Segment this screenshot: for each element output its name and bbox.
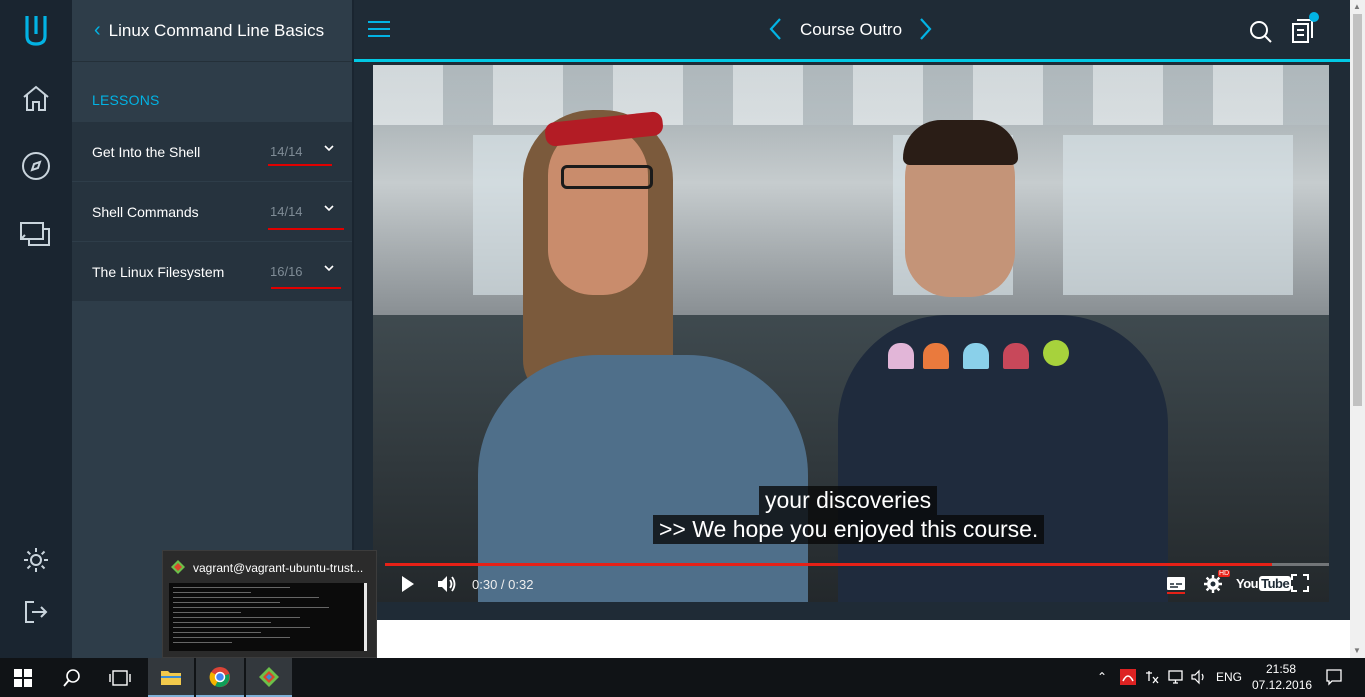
video-scene [373, 65, 1329, 125]
content-area: your discoveries >> We hope you enjoyed … [354, 62, 1350, 658]
chrome-icon[interactable] [196, 658, 244, 697]
lesson-progress: 14/14 [270, 144, 303, 159]
scroll-up-icon[interactable]: ▲ [1353, 2, 1361, 11]
git-icon[interactable] [246, 658, 292, 697]
video-time: 0:30 / 0:32 [472, 577, 534, 592]
notification-center-icon[interactable] [1325, 668, 1343, 686]
annotation-underline [268, 164, 332, 166]
lesson-progress: 14/14 [270, 204, 303, 219]
system-clock[interactable]: 21:58 07.12.2016 [1252, 661, 1313, 693]
hamburger-icon[interactable] [368, 21, 390, 39]
fullscreen-icon[interactable] [1291, 574, 1309, 592]
chat-icon[interactable] [16, 214, 56, 254]
chevron-down-icon[interactable] [323, 262, 335, 274]
language-indicator[interactable]: ENG [1216, 670, 1242, 684]
screen: ‹ Linux Command Line Basics LESSONS Get … [0, 0, 1365, 697]
clock-date: 07.12.2016 [1252, 678, 1313, 692]
logout-icon[interactable] [16, 592, 56, 632]
volume-tray-icon[interactable] [1190, 669, 1208, 685]
terminal-thumbnail [169, 583, 367, 651]
taskbar-preview[interactable]: vagrant@vagrant-ubuntu-trust... [162, 550, 377, 658]
chevron-down-icon[interactable] [323, 142, 335, 154]
left-rail [0, 0, 72, 658]
scroll-down-icon[interactable]: ▼ [1353, 646, 1361, 655]
play-icon[interactable] [400, 574, 416, 594]
chevron-left-icon[interactable] [768, 16, 784, 42]
video-controls: 0:30 / 0:32 HD You Tube [373, 566, 1329, 602]
course-header[interactable]: ‹ Linux Command Line Basics [72, 0, 352, 62]
home-icon[interactable] [16, 78, 56, 118]
lesson-item-get-into-the-shell[interactable]: Get Into the Shell 14/14 [72, 122, 352, 182]
chevron-down-icon[interactable] [323, 202, 335, 214]
search-icon[interactable] [50, 658, 94, 697]
input-method-icon[interactable] [1144, 669, 1160, 685]
scrollbar-thumb[interactable] [1353, 14, 1362, 406]
video-player[interactable]: your discoveries >> We hope you enjoyed … [373, 65, 1329, 602]
clock-time: 21:58 [1265, 662, 1297, 676]
top-bar: Course Outro [354, 0, 1350, 62]
file-explorer-icon[interactable] [148, 658, 194, 697]
task-view-icon[interactable] [98, 658, 142, 697]
settings-icon[interactable] [16, 540, 56, 580]
settings-gear-icon[interactable] [1203, 574, 1223, 594]
tray-chevron-up-icon[interactable]: ⌃ [1097, 670, 1107, 684]
lesson-name: Get Into the Shell [92, 143, 201, 160]
caption-line: >> We hope you enjoyed this course. [653, 515, 1045, 544]
page-scrollbar[interactable]: ▲ ▼ [1350, 0, 1365, 658]
youtube-logo-icon[interactable]: You Tube [1236, 576, 1292, 591]
lesson-name: Shell Commands [92, 203, 199, 220]
windows-taskbar: ⌃ ENG 21:58 07.12.2016 [0, 658, 1365, 697]
concept-title: Course Outro [800, 20, 903, 39]
caption-line: your discoveries [759, 486, 938, 515]
annotation-underline [268, 228, 344, 230]
compass-icon[interactable] [16, 146, 56, 186]
lesson-name: The Linux Filesystem [92, 263, 225, 280]
notification-dot [1309, 12, 1319, 22]
git-icon [171, 560, 185, 574]
hd-badge: HD [1218, 570, 1231, 577]
windows-start-icon[interactable] [0, 658, 46, 697]
search-icon[interactable] [1249, 20, 1273, 44]
lesson-item-shell-commands[interactable]: Shell Commands 14/14 [72, 182, 352, 242]
subtitles-icon[interactable] [1166, 574, 1186, 594]
course-title: Linux Command Line Basics [108, 20, 325, 40]
annotation-underline [271, 287, 341, 289]
lesson-progress: 16/16 [270, 264, 303, 279]
acrobat-tray-icon[interactable] [1120, 669, 1136, 685]
udacity-logo-icon[interactable] [16, 10, 56, 50]
volume-icon[interactable] [436, 574, 458, 594]
preview-title: vagrant@vagrant-ubuntu-trust... [193, 561, 364, 575]
lesson-item-the-linux-filesystem[interactable]: The Linux Filesystem 16/16 [72, 242, 352, 302]
network-icon[interactable] [1167, 669, 1185, 685]
back-chevron-icon[interactable]: ‹ [94, 19, 101, 42]
chevron-right-icon[interactable] [917, 16, 933, 42]
